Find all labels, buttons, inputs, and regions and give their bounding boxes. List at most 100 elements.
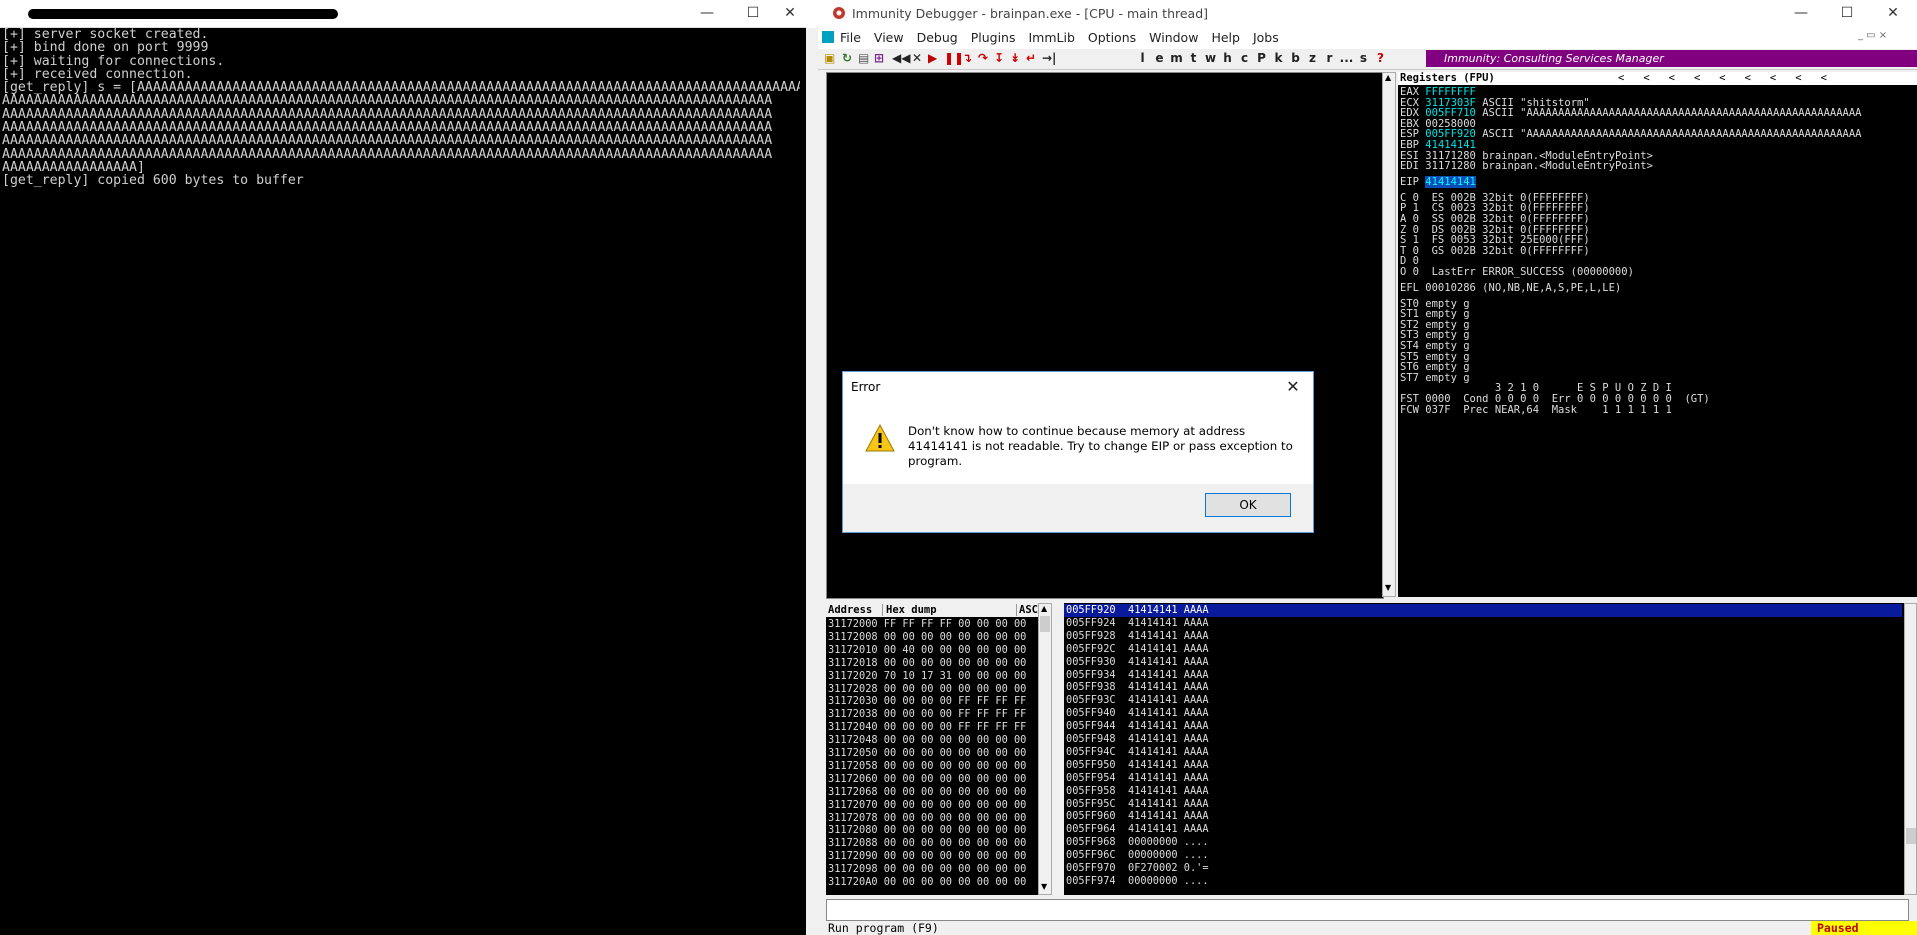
go-to-icon[interactable]: →| bbox=[1042, 51, 1056, 65]
scroll-down-icon[interactable]: ▼ bbox=[1041, 882, 1047, 891]
stack-row[interactable]: 005FF954 41414141 AAAA bbox=[1064, 772, 1209, 785]
terminal-close-button[interactable]: ✕ bbox=[774, 0, 806, 27]
registers-header[interactable]: Registers (FPU) <<<<<<<<< bbox=[1398, 72, 1917, 85]
efl-row[interactable]: EFL 00010286 (NO,NB,NE,A,S,PE,L,LE) bbox=[1400, 282, 1621, 294]
toolbar-window-l[interactable]: l bbox=[1134, 51, 1151, 65]
register-value-eip[interactable]: 41414141 bbox=[1425, 175, 1476, 188]
stack-row[interactable]: 005FF938 41414141 AAAA bbox=[1064, 681, 1209, 694]
dump-row[interactable]: 31172018 00 00 00 00 00 00 00 00 bbox=[828, 657, 1026, 670]
stack-row[interactable]: 005FF960 41414141 AAAA bbox=[1064, 810, 1209, 823]
toolbar-window-s[interactable]: s bbox=[1355, 51, 1372, 65]
register-row-eip[interactable]: EIP 41414141 bbox=[1400, 175, 1476, 188]
error-dialog-close-button[interactable]: ✕ bbox=[1278, 376, 1308, 398]
toolbar-window-help[interactable]: ? bbox=[1372, 51, 1389, 65]
register-value[interactable]: 31171280 bbox=[1425, 160, 1476, 172]
dump-row[interactable]: 31172008 00 00 00 00 00 00 00 00 bbox=[828, 631, 1026, 644]
fcw-row[interactable]: FCW 037F Prec NEAR,64 Mask 1 1 1 1 1 1 bbox=[1400, 404, 1672, 416]
hex-dump-scrollbar[interactable]: ▲ ▼ bbox=[1038, 603, 1052, 895]
command-bar-input[interactable] bbox=[826, 899, 1909, 921]
stack-scrollbar[interactable] bbox=[1904, 603, 1917, 895]
mdi-controls-icon[interactable]: _ ▭ × bbox=[1858, 30, 1887, 41]
dump-col-hex[interactable]: Hex dump bbox=[882, 604, 1028, 616]
dump-row[interactable]: 31172090 00 00 00 00 00 00 00 00 bbox=[828, 850, 1026, 863]
stack-row[interactable]: 005FF958 41414141 AAAA bbox=[1064, 785, 1209, 798]
toolbar-window-c[interactable]: c bbox=[1236, 51, 1253, 65]
terminal-minimize-button[interactable]: — bbox=[684, 0, 730, 27]
step-over-icon[interactable]: ↷ bbox=[978, 51, 988, 65]
flag-row[interactable]: O 0 LastErr ERROR_SUCCESS (00000000) bbox=[1400, 266, 1634, 278]
trace-over-icon[interactable]: ↡ bbox=[1010, 51, 1020, 65]
stack-row[interactable]: 005FF930 41414141 AAAA bbox=[1064, 656, 1209, 669]
scroll-thumb[interactable] bbox=[1040, 616, 1050, 632]
close-program-icon[interactable]: ▤ bbox=[858, 51, 869, 65]
menu-jobs[interactable]: Jobs bbox=[1253, 30, 1279, 45]
toolbar-window-z[interactable]: z bbox=[1304, 51, 1321, 65]
menu-options[interactable]: Options bbox=[1088, 30, 1136, 45]
attach-icon[interactable]: ⊞ bbox=[874, 51, 884, 65]
dump-row[interactable]: 31172058 00 00 00 00 00 00 00 00 bbox=[828, 760, 1026, 773]
cpu-window-icon[interactable] bbox=[822, 31, 834, 43]
stack-row[interactable]: 005FF964 41414141 AAAA bbox=[1064, 823, 1209, 836]
scroll-thumb[interactable] bbox=[1906, 828, 1916, 844]
disassembly-scrollbar[interactable]: ▲ ▼ bbox=[1382, 72, 1396, 597]
ok-button[interactable]: OK bbox=[1205, 493, 1291, 517]
toolbar-window-k[interactable]: k bbox=[1270, 51, 1287, 65]
dump-row[interactable]: 31172070 00 00 00 00 00 00 00 00 bbox=[828, 799, 1026, 812]
stack-row[interactable]: 005FF948 41414141 AAAA bbox=[1064, 733, 1209, 746]
scroll-down-icon[interactable]: ▼ bbox=[1385, 583, 1391, 592]
menu-immlib[interactable]: ImmLib bbox=[1028, 30, 1074, 45]
stack-row[interactable]: 005FF96C 00000000 .... bbox=[1064, 849, 1209, 862]
toolbar-window-p[interactable]: P bbox=[1253, 51, 1270, 65]
hex-dump-pane[interactable]: Address Hex dump ASC 31172000 FF FF FF F… bbox=[826, 603, 1038, 895]
dump-row[interactable]: 31172028 00 00 00 00 00 00 00 00 bbox=[828, 683, 1026, 696]
dump-row[interactable]: 31172098 00 00 00 00 00 00 00 00 bbox=[828, 863, 1026, 876]
dump-row[interactable]: 31172000 FF FF FF FF 00 00 00 00 bbox=[828, 618, 1026, 631]
run-icon[interactable]: ▶ bbox=[928, 51, 937, 65]
open-file-icon[interactable]: ▣ bbox=[824, 51, 835, 65]
menu-help[interactable]: Help bbox=[1211, 30, 1240, 45]
toolbar-window-w[interactable]: w bbox=[1202, 51, 1219, 65]
stack-row[interactable]: 005FF94C 41414141 AAAA bbox=[1064, 746, 1209, 759]
stack-pane[interactable]: 005FF920 41414141 AAAA 005FF924 41414141 … bbox=[1064, 603, 1904, 895]
dump-row[interactable]: 31172088 00 00 00 00 00 00 00 00 bbox=[828, 837, 1026, 850]
dump-row[interactable]: 31172030 00 00 00 00 FF FF FF FF bbox=[828, 695, 1026, 708]
terminal-scrollbar[interactable] bbox=[806, 28, 818, 935]
dump-row[interactable]: 31172080 00 00 00 00 00 00 00 00 bbox=[828, 824, 1026, 837]
trace-into-icon[interactable]: ↧ bbox=[994, 51, 1004, 65]
stack-row[interactable]: 005FF970 0F270002 0.'= bbox=[1064, 862, 1209, 875]
registers-pane[interactable]: Registers (FPU) <<<<<<<<< EAX FFFFFFFF E… bbox=[1398, 72, 1917, 597]
menu-file[interactable]: File bbox=[840, 30, 861, 45]
toolbar-window-b[interactable]: b bbox=[1287, 51, 1304, 65]
menu-view[interactable]: View bbox=[874, 30, 904, 45]
immunity-close-button[interactable]: ✕ bbox=[1870, 0, 1916, 27]
scroll-up-icon[interactable]: ▲ bbox=[1041, 604, 1047, 613]
stack-row[interactable]: 005FF920 41414141 AAAA bbox=[1064, 604, 1902, 617]
dump-row[interactable]: 31172020 70 10 17 31 00 00 00 00 bbox=[828, 670, 1026, 683]
stack-row[interactable]: 005FF92C 41414141 AAAA bbox=[1064, 643, 1209, 656]
dump-row[interactable]: 31172010 00 40 00 00 00 00 00 00 bbox=[828, 644, 1026, 657]
menu-plugins[interactable]: Plugins bbox=[971, 30, 1016, 45]
rewind-icon[interactable]: ◀◀ bbox=[892, 51, 910, 65]
stack-row[interactable]: 005FF924 41414141 AAAA bbox=[1064, 617, 1209, 630]
stack-row[interactable]: 005FF95C 41414141 AAAA bbox=[1064, 798, 1209, 811]
restart-icon[interactable]: ↻ bbox=[842, 51, 852, 65]
scroll-up-icon[interactable]: ▲ bbox=[1385, 73, 1391, 82]
menu-debug[interactable]: Debug bbox=[917, 30, 958, 45]
stack-row[interactable]: 005FF974 00000000 .... bbox=[1064, 875, 1209, 888]
stack-row[interactable]: 005FF944 41414141 AAAA bbox=[1064, 720, 1209, 733]
dump-row[interactable]: 31172050 00 00 00 00 00 00 00 00 bbox=[828, 747, 1026, 760]
dump-row[interactable]: 31172040 00 00 00 00 FF FF FF FF bbox=[828, 721, 1026, 734]
dump-row[interactable]: 31172060 00 00 00 00 00 00 00 00 bbox=[828, 773, 1026, 786]
dump-row[interactable]: 311720A0 00 00 00 00 00 00 00 00 bbox=[828, 876, 1026, 889]
step-into-icon[interactable]: ↴ bbox=[962, 51, 972, 65]
stack-row[interactable]: 005FF968 00000000 .... bbox=[1064, 836, 1209, 849]
stop-icon[interactable]: ✕ bbox=[912, 51, 922, 65]
immunity-minimize-button[interactable]: — bbox=[1778, 0, 1824, 27]
dump-row[interactable]: 31172078 00 00 00 00 00 00 00 00 bbox=[828, 812, 1026, 825]
toolbar-window-h[interactable]: h bbox=[1219, 51, 1236, 65]
stack-row[interactable]: 005FF934 41414141 AAAA bbox=[1064, 669, 1209, 682]
toolbar-window-t[interactable]: t bbox=[1185, 51, 1202, 65]
stack-row[interactable]: 005FF928 41414141 AAAA bbox=[1064, 630, 1209, 643]
execute-till-return-icon[interactable]: ↵ bbox=[1026, 51, 1036, 65]
dump-row[interactable]: 31172068 00 00 00 00 00 00 00 00 bbox=[828, 786, 1026, 799]
